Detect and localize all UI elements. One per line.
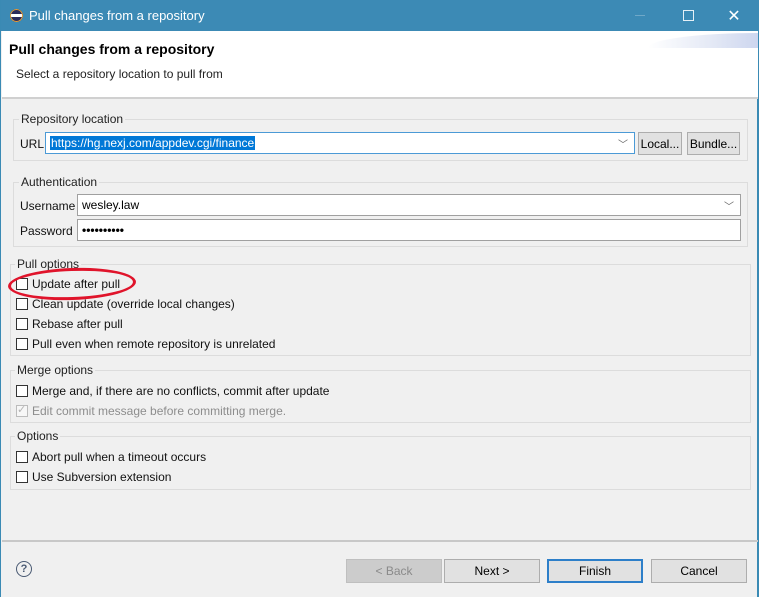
page-description: Select a repository location to pull fro… [16, 67, 223, 81]
checkbox-box[interactable] [16, 338, 28, 350]
header-banner-graphic [648, 33, 758, 48]
options-label: Options [15, 429, 61, 443]
title-bar: Pull changes from a repository ✕ [1, 0, 759, 31]
rebase-after-pull-checkbox[interactable]: Rebase after pull [16, 317, 123, 331]
repository-location-label: Repository location [19, 112, 126, 126]
checkbox-box [16, 403, 28, 417]
merge-commit-checkbox[interactable]: Merge and, if there are no conflicts, co… [16, 384, 329, 398]
checkbox-label: Pull even when remote repository is unre… [32, 337, 276, 351]
checkbox-label: Update after pull [32, 277, 121, 291]
edit-commit-message-checkbox: Edit commit message before committing me… [16, 403, 287, 418]
page-title: Pull changes from a repository [9, 41, 215, 57]
maximize-icon [682, 10, 694, 21]
minimize-icon [635, 15, 645, 16]
chevron-down-icon[interactable]: ﹀ [724, 198, 734, 213]
checkbox-label: Edit commit message before committing me… [32, 404, 287, 418]
authentication-label: Authentication [19, 175, 100, 189]
clean-update-checkbox[interactable]: Clean update (override local changes) [16, 297, 235, 311]
pull-unrelated-checkbox[interactable]: Pull even when remote repository is unre… [16, 337, 275, 351]
maximize-button[interactable] [665, 0, 711, 31]
local-button[interactable]: Local... [638, 132, 682, 155]
help-icon[interactable]: ? [16, 561, 32, 577]
close-icon: ✕ [727, 7, 741, 25]
footer-divider [2, 540, 758, 542]
checkbox-box[interactable] [16, 385, 28, 397]
close-button[interactable]: ✕ [711, 0, 757, 31]
username-combobox[interactable]: wesley.law ﹀ [77, 194, 741, 216]
url-combobox[interactable]: https://hg.nexj.com/appdev.cgi/finance ﹀ [45, 132, 635, 154]
cancel-button[interactable]: Cancel [651, 559, 747, 583]
url-value: https://hg.nexj.com/appdev.cgi/finance [50, 136, 256, 150]
wizard-header: Pull changes from a repository Select a … [2, 31, 758, 99]
eclipse-icon [10, 9, 23, 22]
checkbox-box[interactable] [16, 318, 28, 330]
checkbox-label: Rebase after pull [32, 317, 123, 331]
update-after-pull-checkbox[interactable]: Update after pull [16, 277, 120, 291]
next-button[interactable]: Next > [444, 559, 540, 583]
chevron-down-icon[interactable]: ﹀ [618, 136, 628, 151]
password-value: •••••••••• [82, 223, 125, 237]
password-field[interactable]: •••••••••• [77, 219, 741, 241]
minimize-button[interactable] [617, 0, 663, 31]
username-value: wesley.law [82, 198, 140, 212]
checkbox-label: Use Subversion extension [32, 470, 172, 484]
pull-options-label: Pull options [15, 257, 82, 271]
merge-options-label: Merge options [15, 363, 96, 377]
checkbox-box[interactable] [16, 471, 28, 483]
checkbox-label: Abort pull when a timeout occurs [32, 450, 207, 464]
username-label: Username [20, 199, 76, 213]
checkbox-box[interactable] [16, 298, 28, 310]
checkbox-label: Clean update (override local changes) [32, 297, 235, 311]
back-button: < Back [346, 559, 442, 583]
checkbox-label: Merge and, if there are no conflicts, co… [32, 384, 330, 398]
password-label: Password [20, 224, 73, 238]
checkbox-box[interactable] [16, 278, 28, 290]
dialog-window: Pull changes from a repository ✕ Pull ch… [0, 0, 759, 597]
abort-on-timeout-checkbox[interactable]: Abort pull when a timeout occurs [16, 450, 206, 464]
finish-button[interactable]: Finish [547, 559, 643, 583]
use-subversion-checkbox[interactable]: Use Subversion extension [16, 470, 171, 484]
window-title: Pull changes from a repository [29, 8, 205, 23]
checkbox-box[interactable] [16, 451, 28, 463]
bundle-button[interactable]: Bundle... [687, 132, 740, 155]
url-label: URL [20, 137, 45, 151]
